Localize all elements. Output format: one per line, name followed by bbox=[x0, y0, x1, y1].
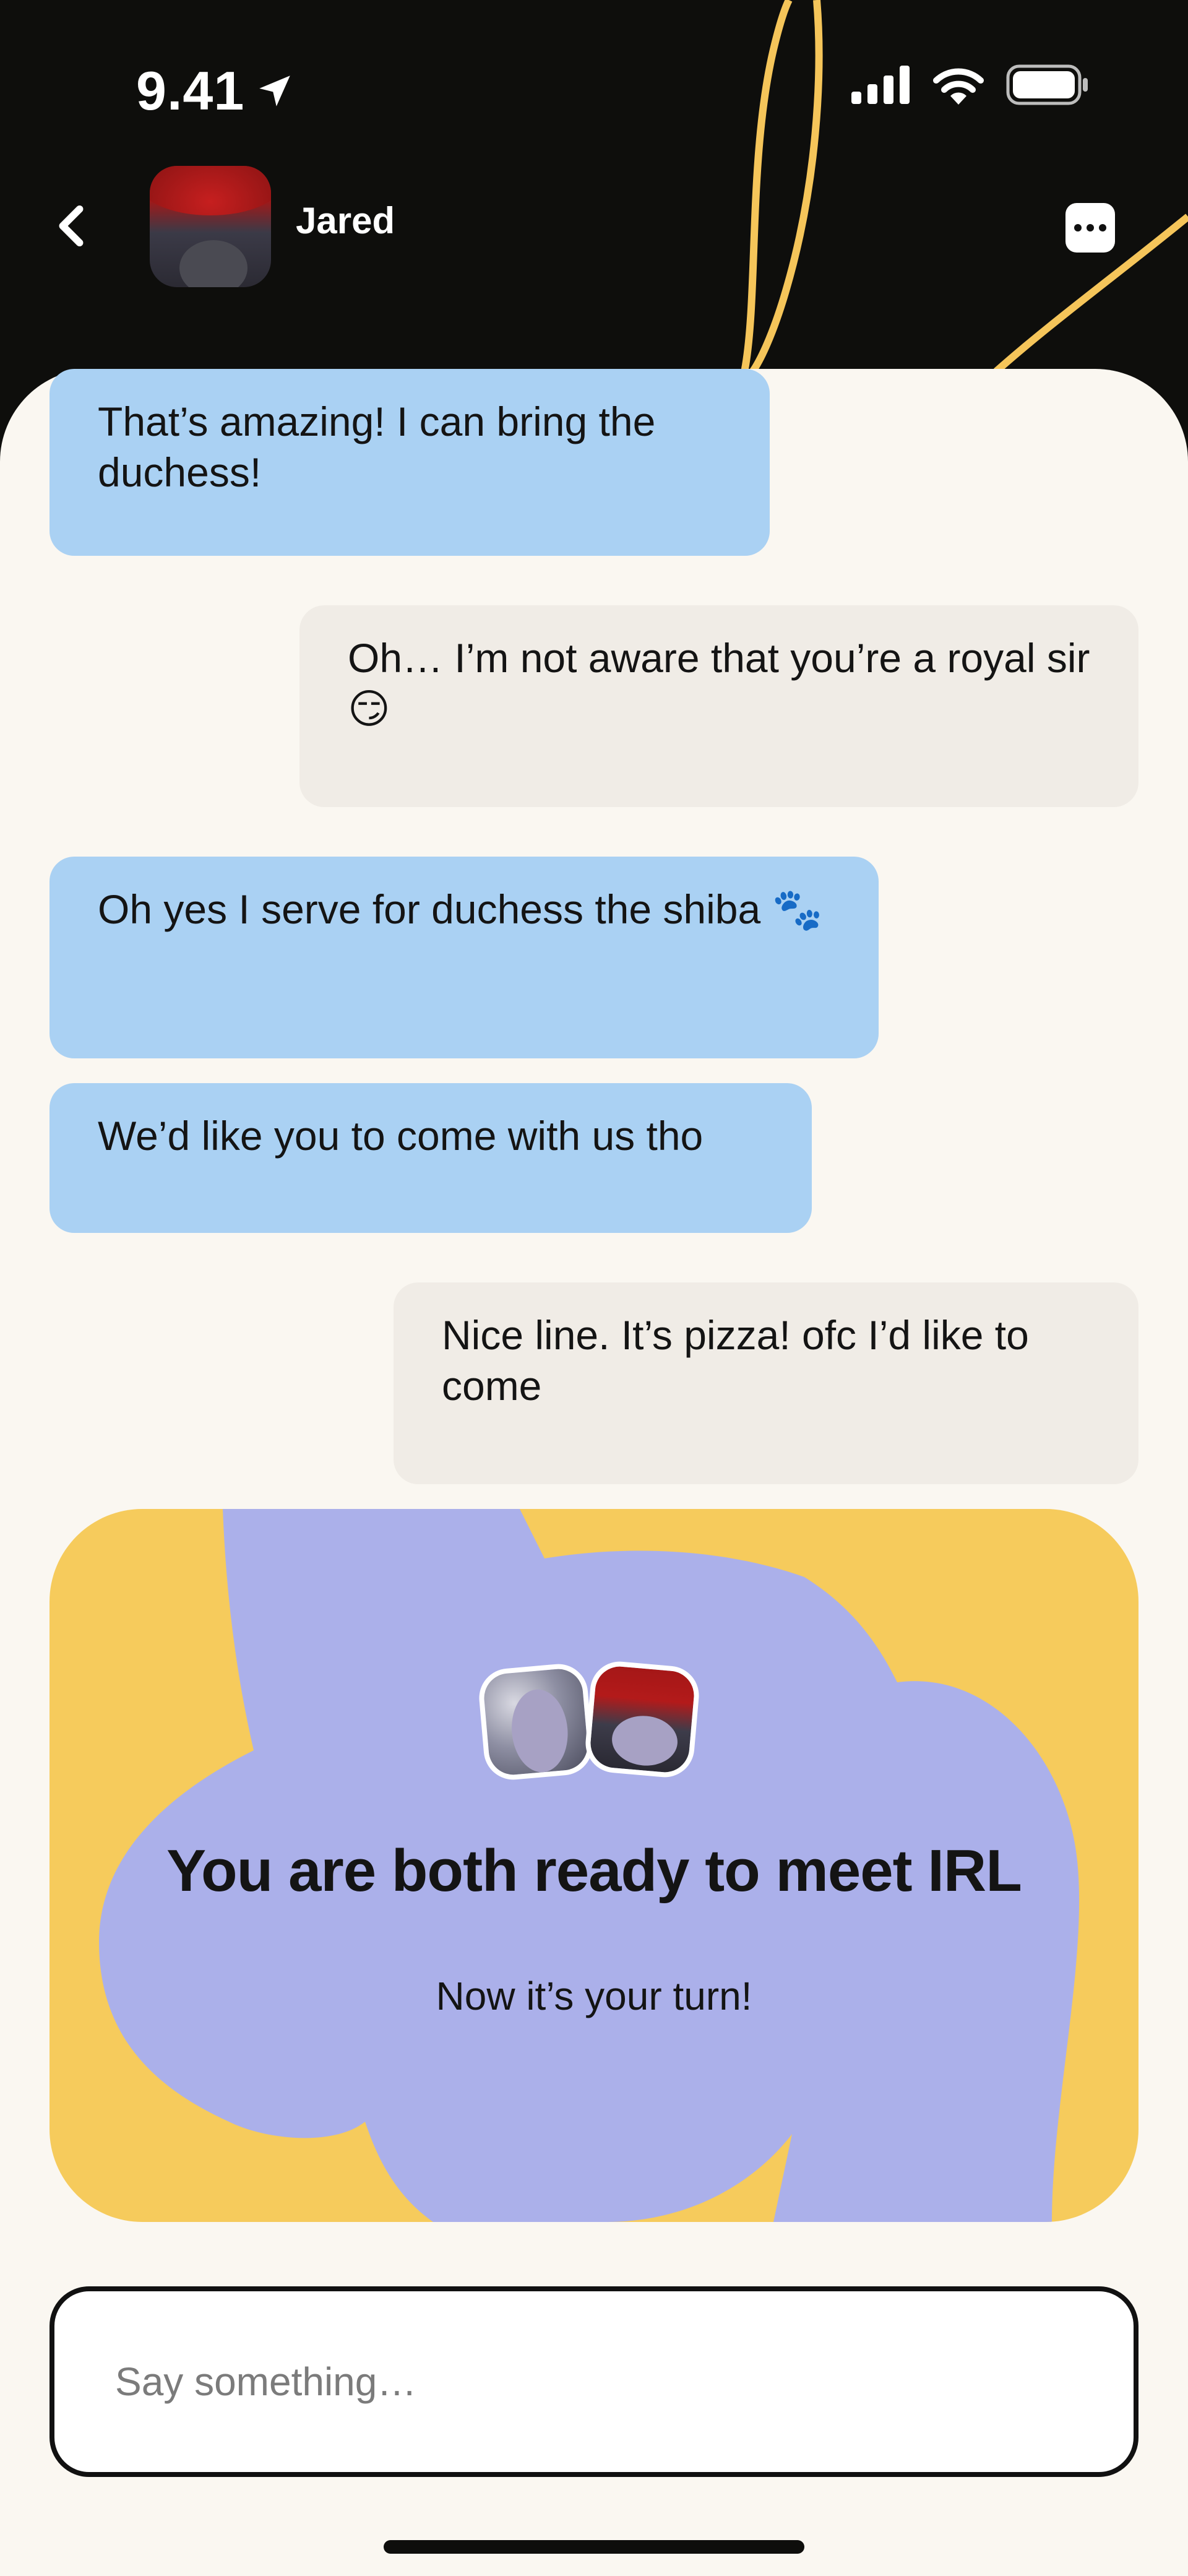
message-text: We’d like you to come with us tho bbox=[98, 1113, 704, 1159]
battery-icon bbox=[1006, 64, 1088, 105]
status-time-text: 9.41 bbox=[136, 60, 245, 121]
match-photo bbox=[583, 1659, 702, 1780]
message-bubble-incoming[interactable]: Oh yes I serve for duchess the shiba 🐾 bbox=[50, 857, 879, 1058]
match-face bbox=[609, 1713, 680, 1768]
message-text: That’s amazing! I can bring the duchess! bbox=[98, 399, 656, 495]
message-bubble-outgoing[interactable]: Oh… I’m not aware that you’re a royal si… bbox=[299, 605, 1138, 807]
more-dots-icon bbox=[1074, 224, 1082, 231]
home-indicator[interactable] bbox=[384, 2540, 804, 2554]
contact-name[interactable]: Jared bbox=[296, 199, 395, 242]
status-icons bbox=[851, 64, 1089, 105]
avatar-face bbox=[179, 240, 248, 287]
cellular-signal-icon bbox=[851, 66, 910, 104]
message-text: Oh… I’m not aware that you’re a royal si… bbox=[348, 635, 1090, 732]
status-time: 9.41 bbox=[136, 59, 295, 123]
meet-card-subtitle: Now it’s your turn! bbox=[436, 1974, 752, 2018]
user-face bbox=[508, 1687, 571, 1775]
message-bubble-incoming[interactable]: That’s amazing! I can bring the duchess! bbox=[50, 369, 770, 556]
contact-avatar[interactable] bbox=[150, 166, 271, 287]
more-options-button[interactable] bbox=[1065, 203, 1115, 253]
more-dot bbox=[1087, 224, 1094, 231]
back-button[interactable] bbox=[43, 198, 99, 254]
location-arrow-icon bbox=[259, 76, 291, 106]
message-bubble-incoming[interactable]: We’d like you to come with us tho bbox=[50, 1083, 812, 1233]
more-dot bbox=[1099, 224, 1106, 231]
user-photo bbox=[476, 1661, 595, 1783]
wifi-icon bbox=[933, 68, 984, 105]
meet-card-title: You are both ready to meet IRL bbox=[166, 1838, 1022, 1904]
meet-irl-card[interactable]: You are both ready to meet IRL Now it’s … bbox=[50, 1509, 1138, 2222]
message-composer[interactable] bbox=[50, 2286, 1138, 2477]
message-text: Nice line. It’s pizza! ofc I’d like to c… bbox=[442, 1312, 1029, 1409]
avatar-photo-detail bbox=[150, 166, 271, 215]
message-input[interactable] bbox=[114, 2358, 1082, 2405]
message-bubble-outgoing[interactable]: Nice line. It’s pizza! ofc I’d like to c… bbox=[394, 1282, 1138, 1484]
message-text: Oh yes I serve for duchess the shiba 🐾 bbox=[98, 886, 823, 932]
chevron-left-icon bbox=[59, 205, 84, 247]
